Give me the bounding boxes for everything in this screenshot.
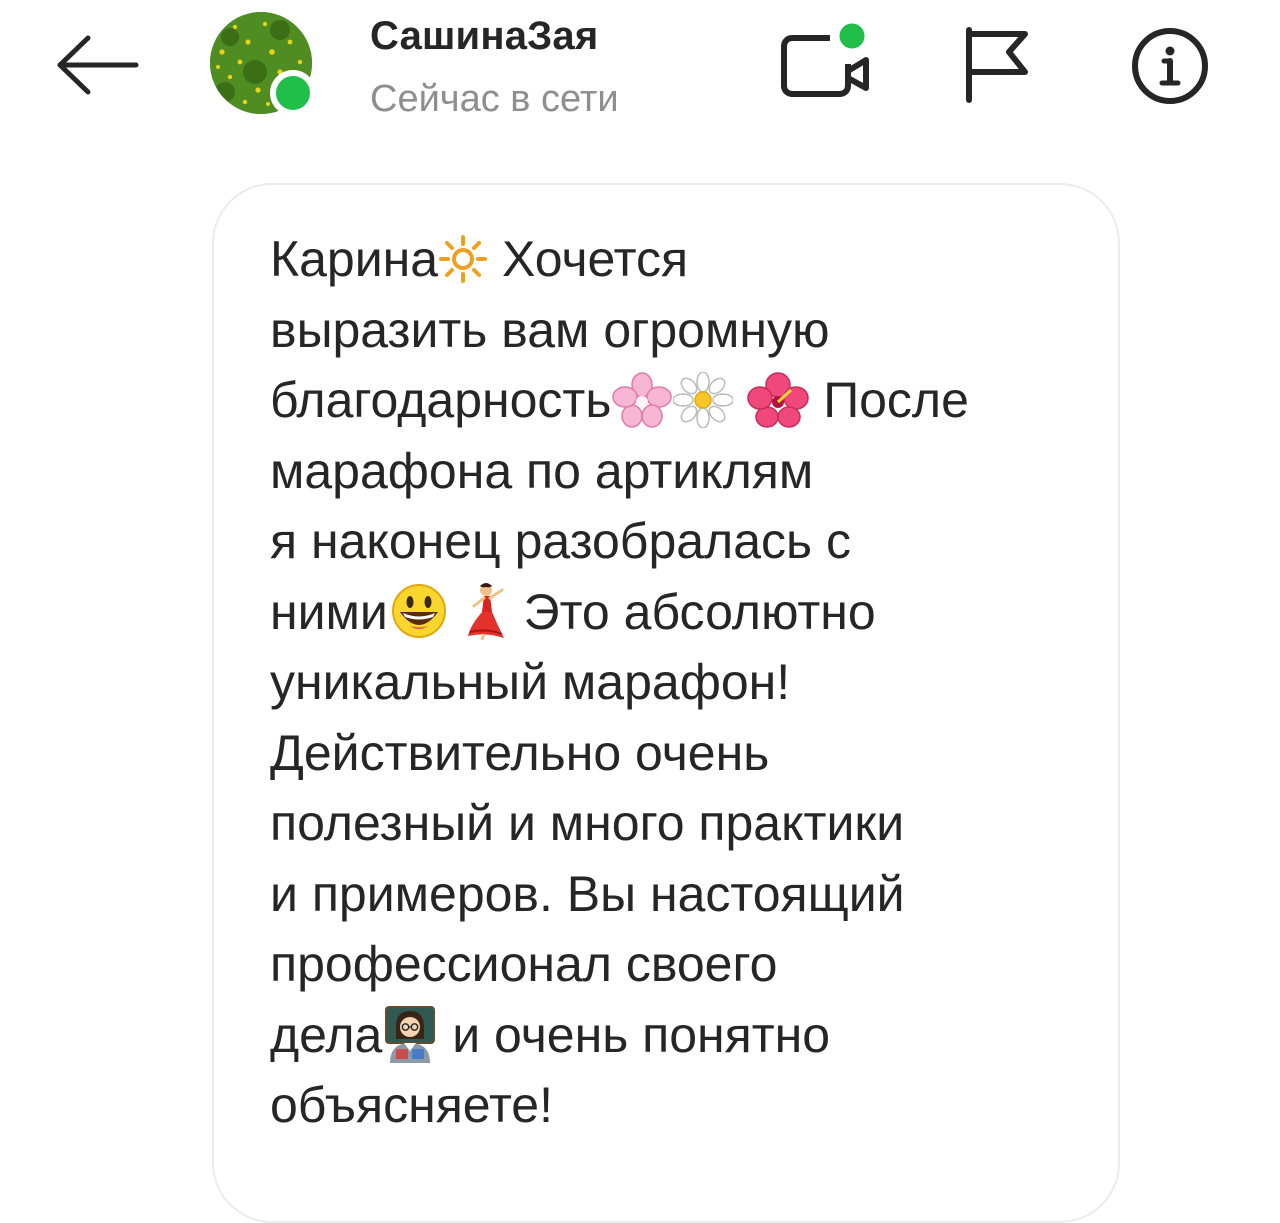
- dancer-emoji-icon: [464, 582, 510, 641]
- message-line: полезный и много практики: [270, 795, 905, 851]
- daisy-emoji-icon: [673, 371, 734, 428]
- message-line: объясняете!: [270, 1077, 553, 1133]
- message-line: благодарность После: [270, 371, 969, 428]
- video-call-button[interactable]: [778, 16, 878, 106]
- message-line: и примеров. Вы настоящий: [270, 865, 905, 922]
- message-line: профессионал своего: [270, 936, 778, 992]
- message-line: Действительно очень: [270, 724, 770, 781]
- message-line: уникальный марафон!: [270, 654, 791, 710]
- hibiscus-emoji-icon: [747, 372, 810, 428]
- message-line: я наконец разобралась с: [270, 513, 851, 569]
- message-line: ними Это абсолютно: [270, 582, 876, 641]
- message-line: выразить вам огромную: [270, 301, 830, 358]
- info-button[interactable]: [1124, 26, 1214, 106]
- arrow-left-icon: [57, 35, 139, 95]
- cherry-blossom-emoji-icon: [611, 372, 673, 428]
- chat-username[interactable]: СашинаЗая: [370, 14, 598, 59]
- message-line: дела и очень понятно: [270, 1005, 831, 1064]
- online-status: Сейчас в сети: [370, 78, 619, 120]
- teacher-emoji-icon: [382, 1005, 438, 1064]
- video-call-icon: [781, 18, 870, 97]
- chat-header: СашинаЗая Сейчас в сети: [0, 0, 1280, 150]
- message-line: марафона по артиклям: [270, 442, 814, 499]
- report-button[interactable]: [955, 24, 1035, 104]
- online-indicator: [270, 70, 316, 116]
- smiley-emoji-icon: [388, 582, 450, 640]
- flag-icon: [966, 27, 1028, 103]
- message-text: Карина Хочется выразить вам огромную бла…: [270, 224, 1100, 1141]
- info-icon: [1132, 28, 1208, 104]
- message-line: Карина Хочется: [270, 231, 689, 287]
- sun-emoji-icon: [438, 234, 488, 284]
- back-button[interactable]: [52, 30, 142, 100]
